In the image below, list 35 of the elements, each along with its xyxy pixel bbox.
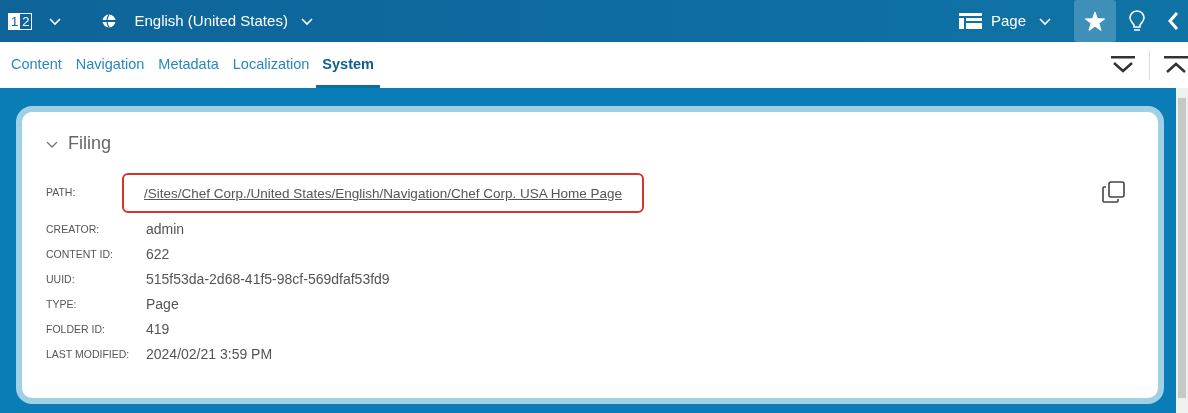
field-label: LAST MODIFIED: [46, 346, 131, 362]
favorite-button[interactable] [1074, 0, 1116, 42]
field-value: 622 [146, 245, 170, 264]
field-label: PATH: [46, 185, 77, 201]
tab[interactable]: Metadata [151, 42, 226, 88]
chevron-down-icon[interactable] [48, 15, 63, 27]
field-value: 2024/02/21 3:59 PM [146, 345, 273, 364]
lightbulb-icon [1129, 10, 1145, 32]
field-value: admin [146, 220, 185, 239]
chevron-left-icon [1167, 11, 1179, 31]
expand-all-icon [1111, 56, 1135, 74]
collapse-all-icon [1164, 56, 1188, 74]
chevron-down-icon [299, 15, 314, 27]
compare-button[interactable]: 1 2 [8, 0, 33, 42]
field-label: CREATOR: [46, 221, 101, 237]
field-value: Page [146, 295, 179, 314]
field-label: CONTENT ID: [46, 246, 114, 262]
field-value: 419 [146, 320, 170, 339]
field-label: TYPE: [46, 296, 78, 312]
section-toggle[interactable]: Filing [46, 130, 111, 157]
scrollbar-thumb[interactable] [1178, 98, 1186, 398]
chevron-down-icon [1038, 15, 1052, 27]
field-label: FOLDER ID: [46, 321, 106, 337]
globe-icon [102, 14, 117, 28]
field-value: 515f53da-2d68-41f5-98cf-569dfaf53fd9 [146, 270, 390, 289]
language-dropdown[interactable]: English (United States) [134, 0, 314, 42]
tab[interactable]: Content [4, 42, 69, 88]
path-link[interactable]: /Sites/Chef Corp./United States/English/Navigation/Chef Corp. USA Home Page [144, 186, 622, 201]
view-dropdown[interactable]: Page [990, 0, 1052, 42]
copy-icon [1102, 181, 1126, 203]
layout-icon [958, 13, 982, 29]
field-label: UUID: [46, 271, 76, 287]
tab[interactable]: Localization [225, 42, 317, 88]
star-icon [1085, 11, 1105, 31]
tab[interactable]: Navigation [68, 42, 152, 88]
